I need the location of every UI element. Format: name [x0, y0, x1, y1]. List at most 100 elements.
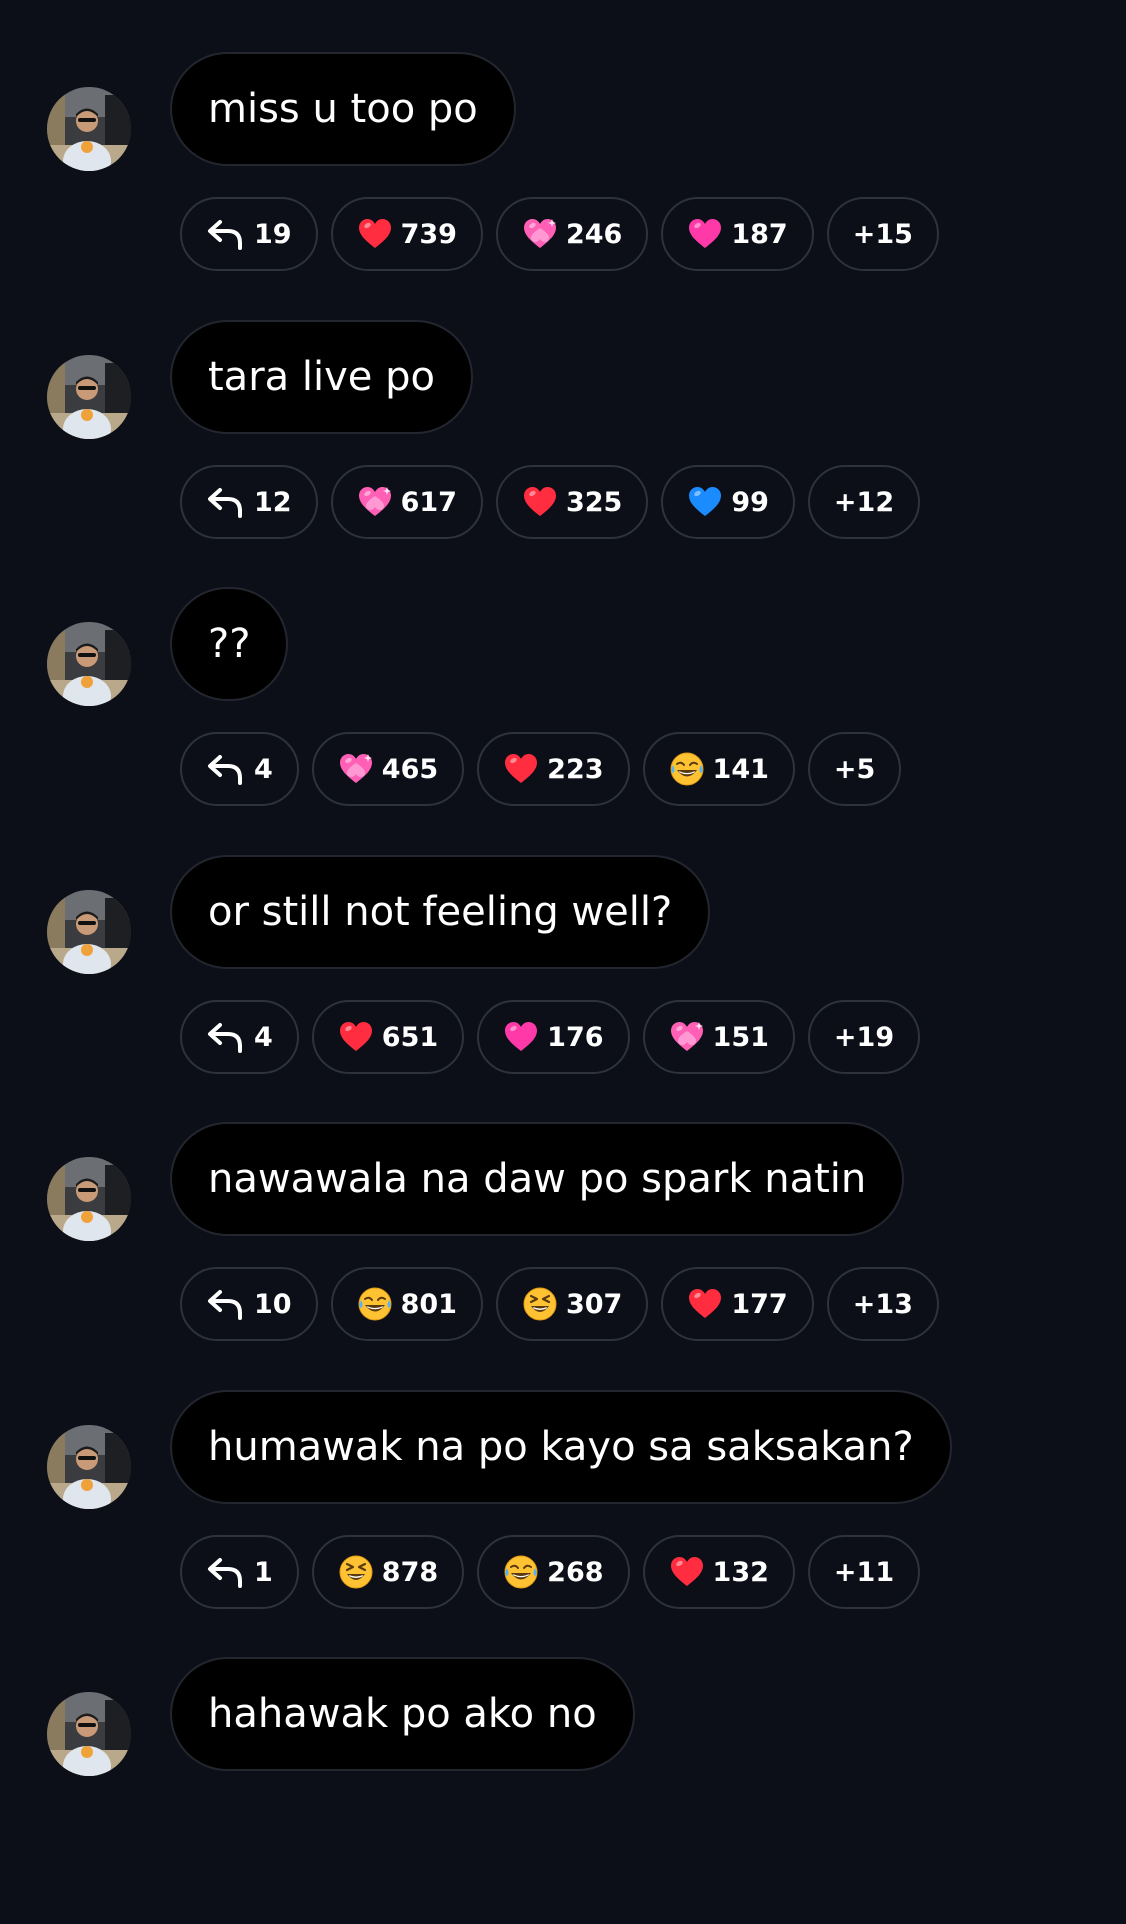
reply-button[interactable]: 4 [180, 1000, 299, 1074]
red-heart-icon [669, 1554, 705, 1590]
reply-button[interactable]: 10 [180, 1267, 318, 1341]
reaction-button[interactable]: 99 [661, 465, 795, 539]
reaction-button[interactable]: 465 [311, 732, 465, 806]
more-reactions-button[interactable]: +5 [807, 732, 902, 806]
blue-heart-icon [687, 484, 723, 520]
reaction-count: 246 [565, 218, 623, 250]
reaction-button[interactable]: 325 [495, 465, 649, 539]
message-bubble[interactable]: hahawak po ako no [170, 1657, 635, 1771]
red-heart-icon [503, 751, 539, 787]
reaction-count: 465 [381, 753, 439, 785]
red-heart-icon [687, 1286, 723, 1322]
comment-item: miss u too po 19 739 246 187 +15 [0, 52, 1126, 319]
tears-of-joy-icon [357, 1286, 393, 1322]
squinting-laugh-icon [522, 1286, 558, 1322]
avatar[interactable] [47, 890, 131, 974]
reaction-count: 177 [731, 1288, 788, 1320]
reaction-button[interactable]: 801 [330, 1267, 483, 1341]
avatar[interactable] [47, 87, 131, 171]
reaction-button[interactable]: 651 [311, 1000, 465, 1074]
reaction-count: 223 [547, 753, 604, 785]
reaction-button[interactable]: 176 [477, 1000, 630, 1074]
pink-heart-icon [503, 1019, 539, 1055]
reply-button[interactable]: 12 [180, 465, 318, 539]
red-heart-icon [357, 216, 393, 252]
reaction-button[interactable]: 739 [330, 197, 483, 271]
reply-button[interactable]: 1 [180, 1535, 299, 1609]
reaction-button[interactable]: 223 [477, 732, 630, 806]
reaction-button[interactable]: 268 [477, 1535, 630, 1609]
reaction-button[interactable]: 187 [661, 197, 814, 271]
avatar[interactable] [47, 1157, 131, 1241]
message-text: nawawala na daw po spark natin [208, 1156, 867, 1202]
message-text: miss u too po [208, 86, 478, 132]
avatar[interactable] [47, 1692, 131, 1776]
more-reactions-button[interactable]: +13 [826, 1267, 939, 1341]
reply-count: 4 [254, 753, 273, 785]
reaction-button[interactable]: 132 [642, 1535, 795, 1609]
reaction-count: 739 [400, 218, 457, 250]
message-bubble[interactable]: miss u too po [170, 52, 516, 166]
reaction-button[interactable]: 141 [642, 732, 795, 806]
more-reactions-count: +13 [852, 1288, 913, 1320]
comment-item: nawawala na daw po spark natin 10 801 307 17… [0, 1122, 1126, 1389]
more-reactions-count: +11 [833, 1556, 895, 1588]
avatar[interactable] [47, 622, 131, 706]
reaction-button[interactable]: 617 [330, 465, 483, 539]
message-text: ?? [208, 621, 251, 667]
message-bubble[interactable]: or still not feeling well? [170, 855, 711, 969]
message-text: humawak na po kayo sa saksakan? [208, 1424, 914, 1470]
reply-icon [206, 216, 246, 252]
reaction-button[interactable]: 246 [495, 197, 649, 271]
message-text: hahawak po ako no [208, 1691, 597, 1737]
more-reactions-count: +15 [852, 218, 913, 250]
tears-of-joy-icon [669, 751, 705, 787]
message-bubble[interactable]: ?? [170, 587, 289, 701]
reaction-button[interactable]: 878 [311, 1535, 465, 1609]
reply-icon [206, 751, 246, 787]
comment-item: or still not feeling well? 4 651 176 151 +19 [0, 855, 1126, 1122]
reaction-count: 187 [731, 218, 788, 250]
reply-button[interactable]: 19 [180, 197, 318, 271]
reaction-count: 141 [712, 753, 769, 785]
comment-thread: miss u too po 19 739 246 187 +15 tara live po 1… [0, 0, 1126, 1810]
sparkling-heart-icon [522, 216, 558, 252]
reaction-bar: 10 801 307 177 +13 [180, 1267, 939, 1341]
avatar[interactable] [47, 1425, 131, 1509]
reply-icon [206, 484, 246, 520]
sparkling-heart-icon [357, 484, 393, 520]
reply-icon [206, 1019, 246, 1055]
more-reactions-count: +12 [833, 486, 895, 518]
sparkling-heart-icon [669, 1019, 705, 1055]
comment-item: tara live po 12 617 325 99 +12 [0, 320, 1126, 587]
message-bubble[interactable]: nawawala na daw po spark natin [170, 1122, 905, 1236]
reply-count: 4 [254, 1021, 273, 1053]
more-reactions-button[interactable]: +12 [807, 465, 921, 539]
reaction-count: 99 [731, 486, 769, 518]
reply-button[interactable]: 4 [180, 732, 299, 806]
reaction-count: 878 [381, 1556, 439, 1588]
more-reactions-button[interactable]: +15 [826, 197, 939, 271]
squinting-laugh-icon [338, 1554, 374, 1590]
reply-count: 12 [254, 486, 292, 518]
reply-count: 1 [254, 1556, 273, 1588]
reaction-count: 617 [400, 486, 457, 518]
reply-icon [206, 1554, 246, 1590]
reaction-count: 325 [565, 486, 623, 518]
reaction-button[interactable]: 307 [495, 1267, 649, 1341]
reaction-button[interactable]: 177 [661, 1267, 814, 1341]
message-bubble[interactable]: humawak na po kayo sa saksakan? [170, 1390, 952, 1504]
red-heart-icon [338, 1019, 374, 1055]
reaction-count: 651 [381, 1021, 439, 1053]
message-text: tara live po [208, 354, 435, 400]
more-reactions-button[interactable]: +19 [807, 1000, 921, 1074]
reply-count: 10 [254, 1288, 292, 1320]
more-reactions-button[interactable]: +11 [807, 1535, 921, 1609]
reaction-button[interactable]: 151 [642, 1000, 795, 1074]
red-heart-icon [522, 484, 558, 520]
avatar[interactable] [47, 355, 131, 439]
message-bubble[interactable]: tara live po [170, 320, 473, 434]
reaction-bar: 1 878 268 132 +11 [180, 1535, 921, 1609]
reaction-count: 307 [565, 1288, 623, 1320]
reaction-count: 132 [712, 1556, 769, 1588]
